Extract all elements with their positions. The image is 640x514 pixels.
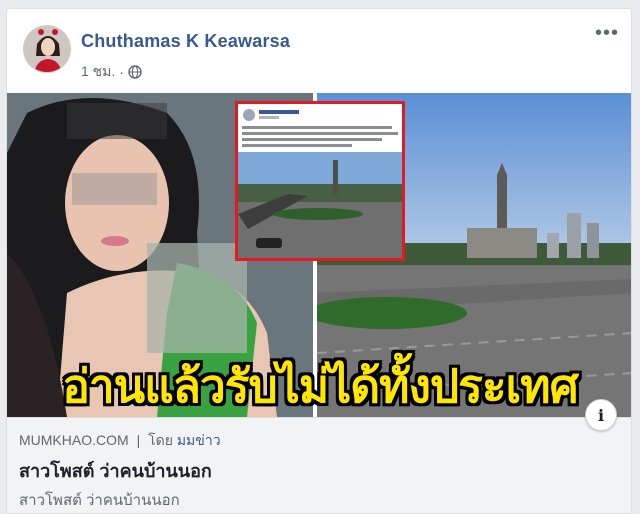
author-name[interactable]: Chuthamas K Keawarsa [81, 31, 290, 52]
link-source: MUMKHAO.COM | โดย มมข่าว [19, 430, 221, 452]
link-title[interactable]: สาวโพสต์ ว่าคนบ้านนอก [19, 456, 212, 485]
by-label: โดย [148, 432, 173, 448]
avatar-image [24, 26, 70, 72]
meta-dot: · [119, 64, 124, 80]
author-link[interactable]: มมข่าว [177, 432, 221, 448]
author-avatar[interactable] [23, 25, 71, 73]
screenshot-inset [235, 101, 405, 261]
globe-icon[interactable] [128, 65, 142, 79]
post-meta: 1 ชม. · [81, 61, 142, 83]
info-icon[interactable]: i [585, 399, 617, 431]
link-preview[interactable]: MUMKHAO.COM | โดย มมข่าว สาวโพสต์ ว่าคนบ… [7, 417, 631, 513]
source-separator: | [136, 432, 141, 448]
post-card: Chuthamas K Keawarsa 1 ชม. · ••• อ่านแล้… [6, 8, 632, 514]
link-description: สาวโพสต์ ว่าคนบ้านนอก [19, 492, 180, 509]
image-headline: อ่านแล้วรับไม่ได้ทั้งประเทศ [62, 359, 579, 412]
post-time[interactable]: 1 ชม. [81, 61, 115, 83]
post-media[interactable]: อ่านแล้วรับไม่ได้ทั้งประเทศ i [7, 93, 631, 431]
post-header: Chuthamas K Keawarsa 1 ชม. · ••• [7, 9, 631, 93]
link-domain: MUMKHAO.COM [19, 432, 129, 448]
more-options-icon[interactable]: ••• [595, 23, 619, 43]
